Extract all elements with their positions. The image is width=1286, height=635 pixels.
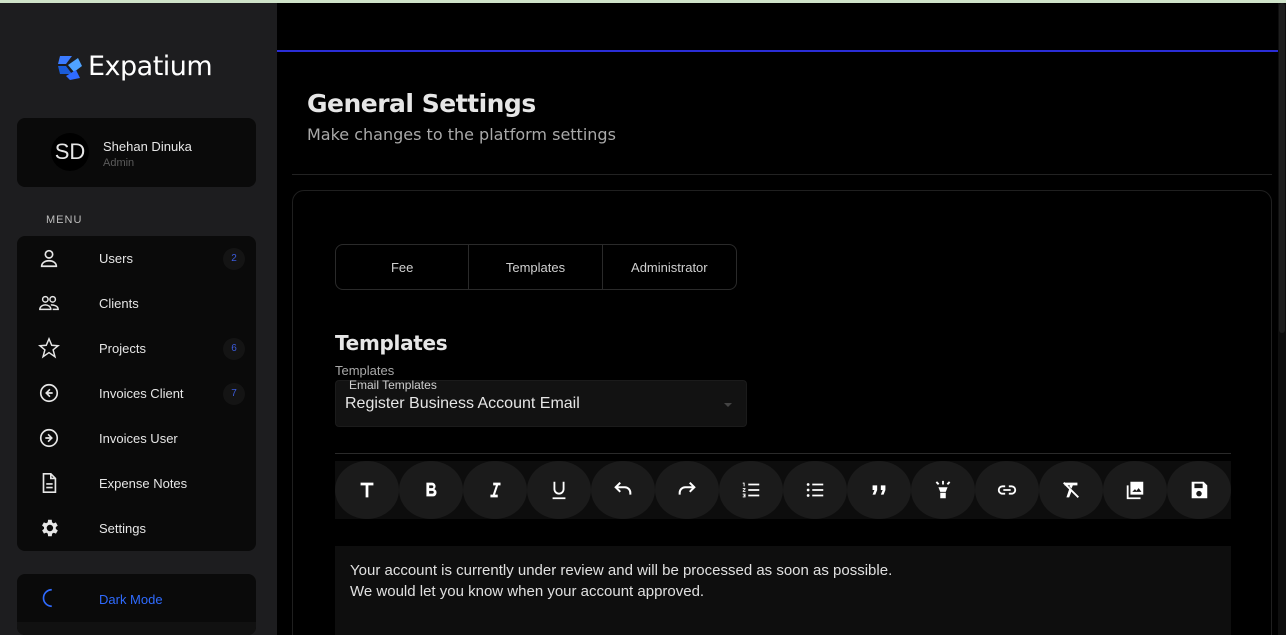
ordered-list-button[interactable] xyxy=(719,461,783,519)
dark-mode-label: Dark Mode xyxy=(99,592,163,607)
sidebar-item-label: Clients xyxy=(99,296,139,311)
template-editor[interactable]: Your account is currently under review a… xyxy=(335,546,1231,635)
divider xyxy=(292,174,1272,175)
document-icon xyxy=(38,472,60,494)
italic-icon xyxy=(490,482,501,498)
arrow-right-circle-icon xyxy=(38,427,60,449)
sidebar-item-label: Settings xyxy=(99,521,146,536)
moon-icon xyxy=(38,587,60,609)
field-label: Templates xyxy=(335,363,395,378)
text-style-icon xyxy=(360,482,374,498)
scrollbar-thumb[interactable] xyxy=(1279,3,1285,333)
brand-name: Expatium xyxy=(88,51,213,82)
redo-icon xyxy=(678,481,696,495)
gear-icon xyxy=(38,517,60,539)
dark-mode-toggle[interactable]: Dark Mode xyxy=(17,574,256,635)
underline-icon xyxy=(552,481,566,500)
sidebar-item-projects[interactable]: Projects 6 xyxy=(17,326,256,371)
highlight-button[interactable] xyxy=(911,461,975,519)
sidebar-item-clients[interactable]: Clients xyxy=(17,281,256,326)
select-value: Register Business Account Email xyxy=(345,395,580,412)
user-name: Shehan Dinuka xyxy=(103,139,192,154)
tab-templates[interactable]: Templates xyxy=(469,245,603,289)
email-template-select[interactable]: Email Templates Register Business Accoun… xyxy=(335,378,747,427)
text-style-button[interactable] xyxy=(335,461,399,519)
image-icon xyxy=(1126,481,1144,500)
scrollbar[interactable] xyxy=(1278,3,1286,635)
quote-button[interactable] xyxy=(847,461,911,519)
star-icon xyxy=(37,336,61,359)
sidebar-item-settings[interactable]: Settings xyxy=(17,506,256,551)
highlight-icon xyxy=(935,480,951,499)
undo-button[interactable] xyxy=(591,461,655,519)
users-group-icon xyxy=(38,292,60,314)
image-button[interactable] xyxy=(1103,461,1167,519)
expatium-logo-icon xyxy=(58,55,82,80)
sidebar-item-label: Expense Notes xyxy=(99,476,188,491)
clear-format-button[interactable] xyxy=(1039,461,1103,519)
save-button[interactable] xyxy=(1167,461,1231,519)
bullet-list-icon xyxy=(806,483,824,497)
editor-line: Your account is currently under review a… xyxy=(350,562,893,579)
undo-icon xyxy=(614,481,632,495)
sidebar-item-label: Invoices Client xyxy=(99,386,184,401)
brand-logo[interactable]: Expatium xyxy=(54,51,213,82)
sidebar-item-invoices-user[interactable]: Invoices User xyxy=(17,416,256,461)
user-icon xyxy=(38,247,60,269)
count-badge: 6 xyxy=(223,337,245,360)
underline-button[interactable] xyxy=(527,461,591,519)
arrow-left-circle-icon xyxy=(38,382,60,404)
sidebar-item-label: Projects xyxy=(99,341,146,356)
settings-card: Fee Templates Administrator Templates Te… xyxy=(292,190,1272,635)
divider xyxy=(335,453,1231,454)
quote-icon xyxy=(872,485,886,495)
user-profile-card[interactable]: SD Shehan Dinuka Admin xyxy=(17,118,256,187)
save-icon xyxy=(1191,481,1208,499)
editor-line: We would let you know when your account … xyxy=(350,583,705,600)
sidebar-menu: Users 2 Clients Projects 6 Invoices Clie… xyxy=(17,236,256,551)
link-button[interactable] xyxy=(975,461,1039,519)
sidebar-item-label: Users xyxy=(99,251,133,266)
dark-mode-card-footer xyxy=(17,622,256,635)
sidebar-item-label: Invoices User xyxy=(99,431,178,446)
settings-tabs: Fee Templates Administrator xyxy=(335,244,737,290)
page-title: General Settings xyxy=(307,89,536,118)
main-content: General Settings Make changes to the pla… xyxy=(277,3,1286,635)
bold-icon xyxy=(426,482,437,497)
count-badge: 2 xyxy=(223,247,245,270)
menu-heading: MENU xyxy=(46,214,83,226)
section-title: Templates xyxy=(335,331,448,355)
bullet-list-button[interactable] xyxy=(783,461,847,519)
bold-button[interactable] xyxy=(399,461,463,519)
tab-fee[interactable]: Fee xyxy=(336,245,470,289)
user-role: Admin xyxy=(103,157,135,169)
avatar: SD xyxy=(51,133,89,171)
tab-administrator[interactable]: Administrator xyxy=(603,245,736,289)
link-icon xyxy=(997,485,1017,495)
sidebar-item-invoices-client[interactable]: Invoices Client 7 xyxy=(17,371,256,416)
count-badge: 7 xyxy=(223,382,245,405)
page-subtitle: Make changes to the platform settings xyxy=(307,125,616,144)
topbar-accent-line xyxy=(277,50,1278,52)
select-floating-label: Email Templates xyxy=(349,378,437,392)
editor-toolbar xyxy=(335,461,1231,519)
sidebar-item-expense-notes[interactable]: Expense Notes xyxy=(17,461,256,506)
redo-button[interactable] xyxy=(655,461,719,519)
clear-format-icon xyxy=(1063,482,1079,498)
italic-button[interactable] xyxy=(463,461,527,519)
sidebar-item-users[interactable]: Users 2 xyxy=(17,236,256,281)
sidebar: Expatium SD Shehan Dinuka Admin MENU Use… xyxy=(0,3,277,635)
ordered-list-icon xyxy=(742,482,760,498)
chevron-down-icon xyxy=(724,403,732,407)
